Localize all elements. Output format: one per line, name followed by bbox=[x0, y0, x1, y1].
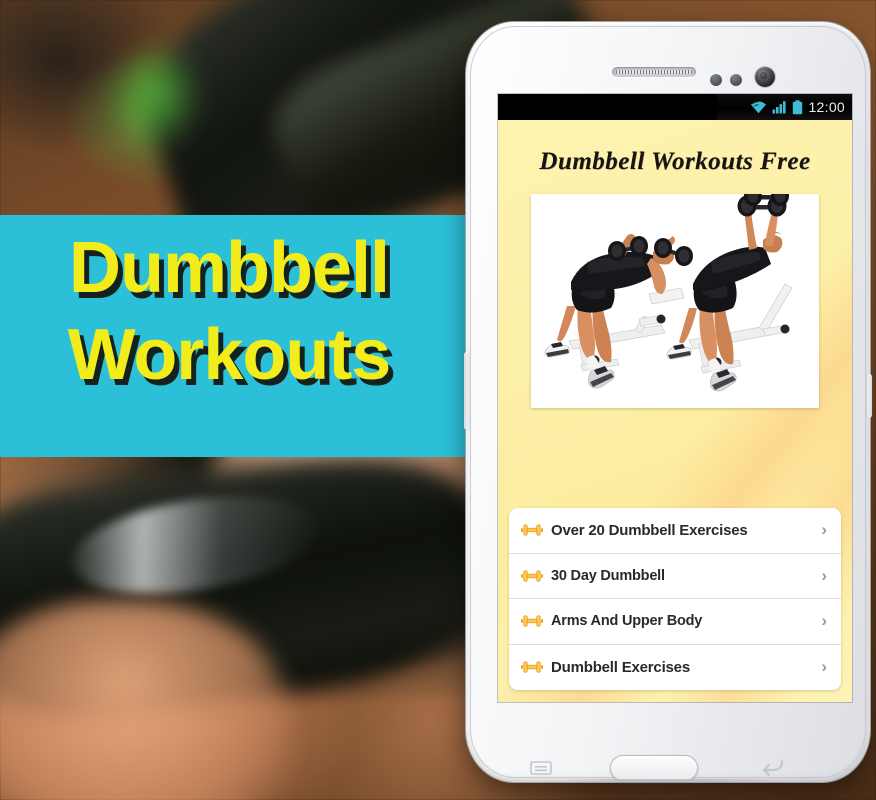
dumbbell-icon bbox=[521, 570, 543, 582]
app-title: Dumbbell Workouts Free bbox=[539, 148, 811, 175]
phone-bottom-seam bbox=[558, 779, 778, 782]
front-camera-icon bbox=[755, 67, 775, 87]
chevron-right-icon: › bbox=[821, 611, 827, 631]
home-button[interactable] bbox=[610, 755, 698, 781]
hero-image bbox=[531, 194, 819, 408]
dumbbell-bench-press-illustration bbox=[531, 194, 819, 408]
battery-icon bbox=[792, 99, 803, 115]
menu-icon[interactable] bbox=[530, 760, 552, 776]
promo-title-line1: Dumbbell bbox=[68, 228, 390, 308]
promo-title-line2: Workouts bbox=[67, 315, 392, 395]
chevron-right-icon: › bbox=[821, 657, 827, 677]
status-bar: 12:00 bbox=[498, 94, 852, 120]
phone-screen: 12:00 Dumbbell Workouts Free Over 20 Dum… bbox=[498, 94, 852, 702]
menu-item-label: 30 Day Dumbbell bbox=[551, 567, 665, 584]
dumbbell-icon bbox=[521, 615, 543, 627]
signal-bars-icon bbox=[772, 100, 787, 114]
menu-item-label: Over 20 Dumbbell Exercises bbox=[551, 521, 748, 539]
menu-item-dumbbell-exercises[interactable]: Dumbbell Exercises › bbox=[509, 644, 841, 690]
proximity-sensor-icon bbox=[710, 74, 722, 86]
menu-item-30-day-dumbbell[interactable]: 30 Day Dumbbell › bbox=[509, 553, 841, 599]
promo-screenshot: Dumbbell Workouts 12:00 Dumbbell Workout… bbox=[0, 0, 876, 800]
app-home-screen: Dumbbell Workouts Free Over 20 Dumbbell … bbox=[498, 120, 852, 702]
power-button[interactable] bbox=[867, 374, 872, 418]
green-accent-upper bbox=[110, 40, 200, 150]
status-bar-time: 12:00 bbox=[808, 99, 845, 115]
light-sensor-icon bbox=[730, 74, 742, 86]
back-arrow-icon[interactable] bbox=[762, 759, 784, 777]
menu-item-arms-and-upper-body[interactable]: Arms And Upper Body › bbox=[509, 599, 841, 645]
earpiece-speaker bbox=[612, 67, 696, 77]
menu-item-label: Arms And Upper Body bbox=[551, 613, 703, 630]
wifi-icon bbox=[750, 100, 767, 114]
menu-list: Over 20 Dumbbell Exercises › 30 Day Dumb… bbox=[509, 508, 841, 690]
dumbbell-icon bbox=[521, 661, 543, 673]
phone-device: 12:00 Dumbbell Workouts Free Over 20 Dum… bbox=[464, 22, 872, 790]
menu-item-over-20-dumbbell-exercises[interactable]: Over 20 Dumbbell Exercises › bbox=[509, 508, 841, 554]
chevron-right-icon: › bbox=[821, 565, 827, 585]
volume-button[interactable] bbox=[464, 352, 469, 430]
dumbbell-icon bbox=[521, 524, 543, 536]
chevron-right-icon: › bbox=[821, 520, 827, 540]
menu-item-label: Dumbbell Exercises bbox=[551, 658, 690, 676]
